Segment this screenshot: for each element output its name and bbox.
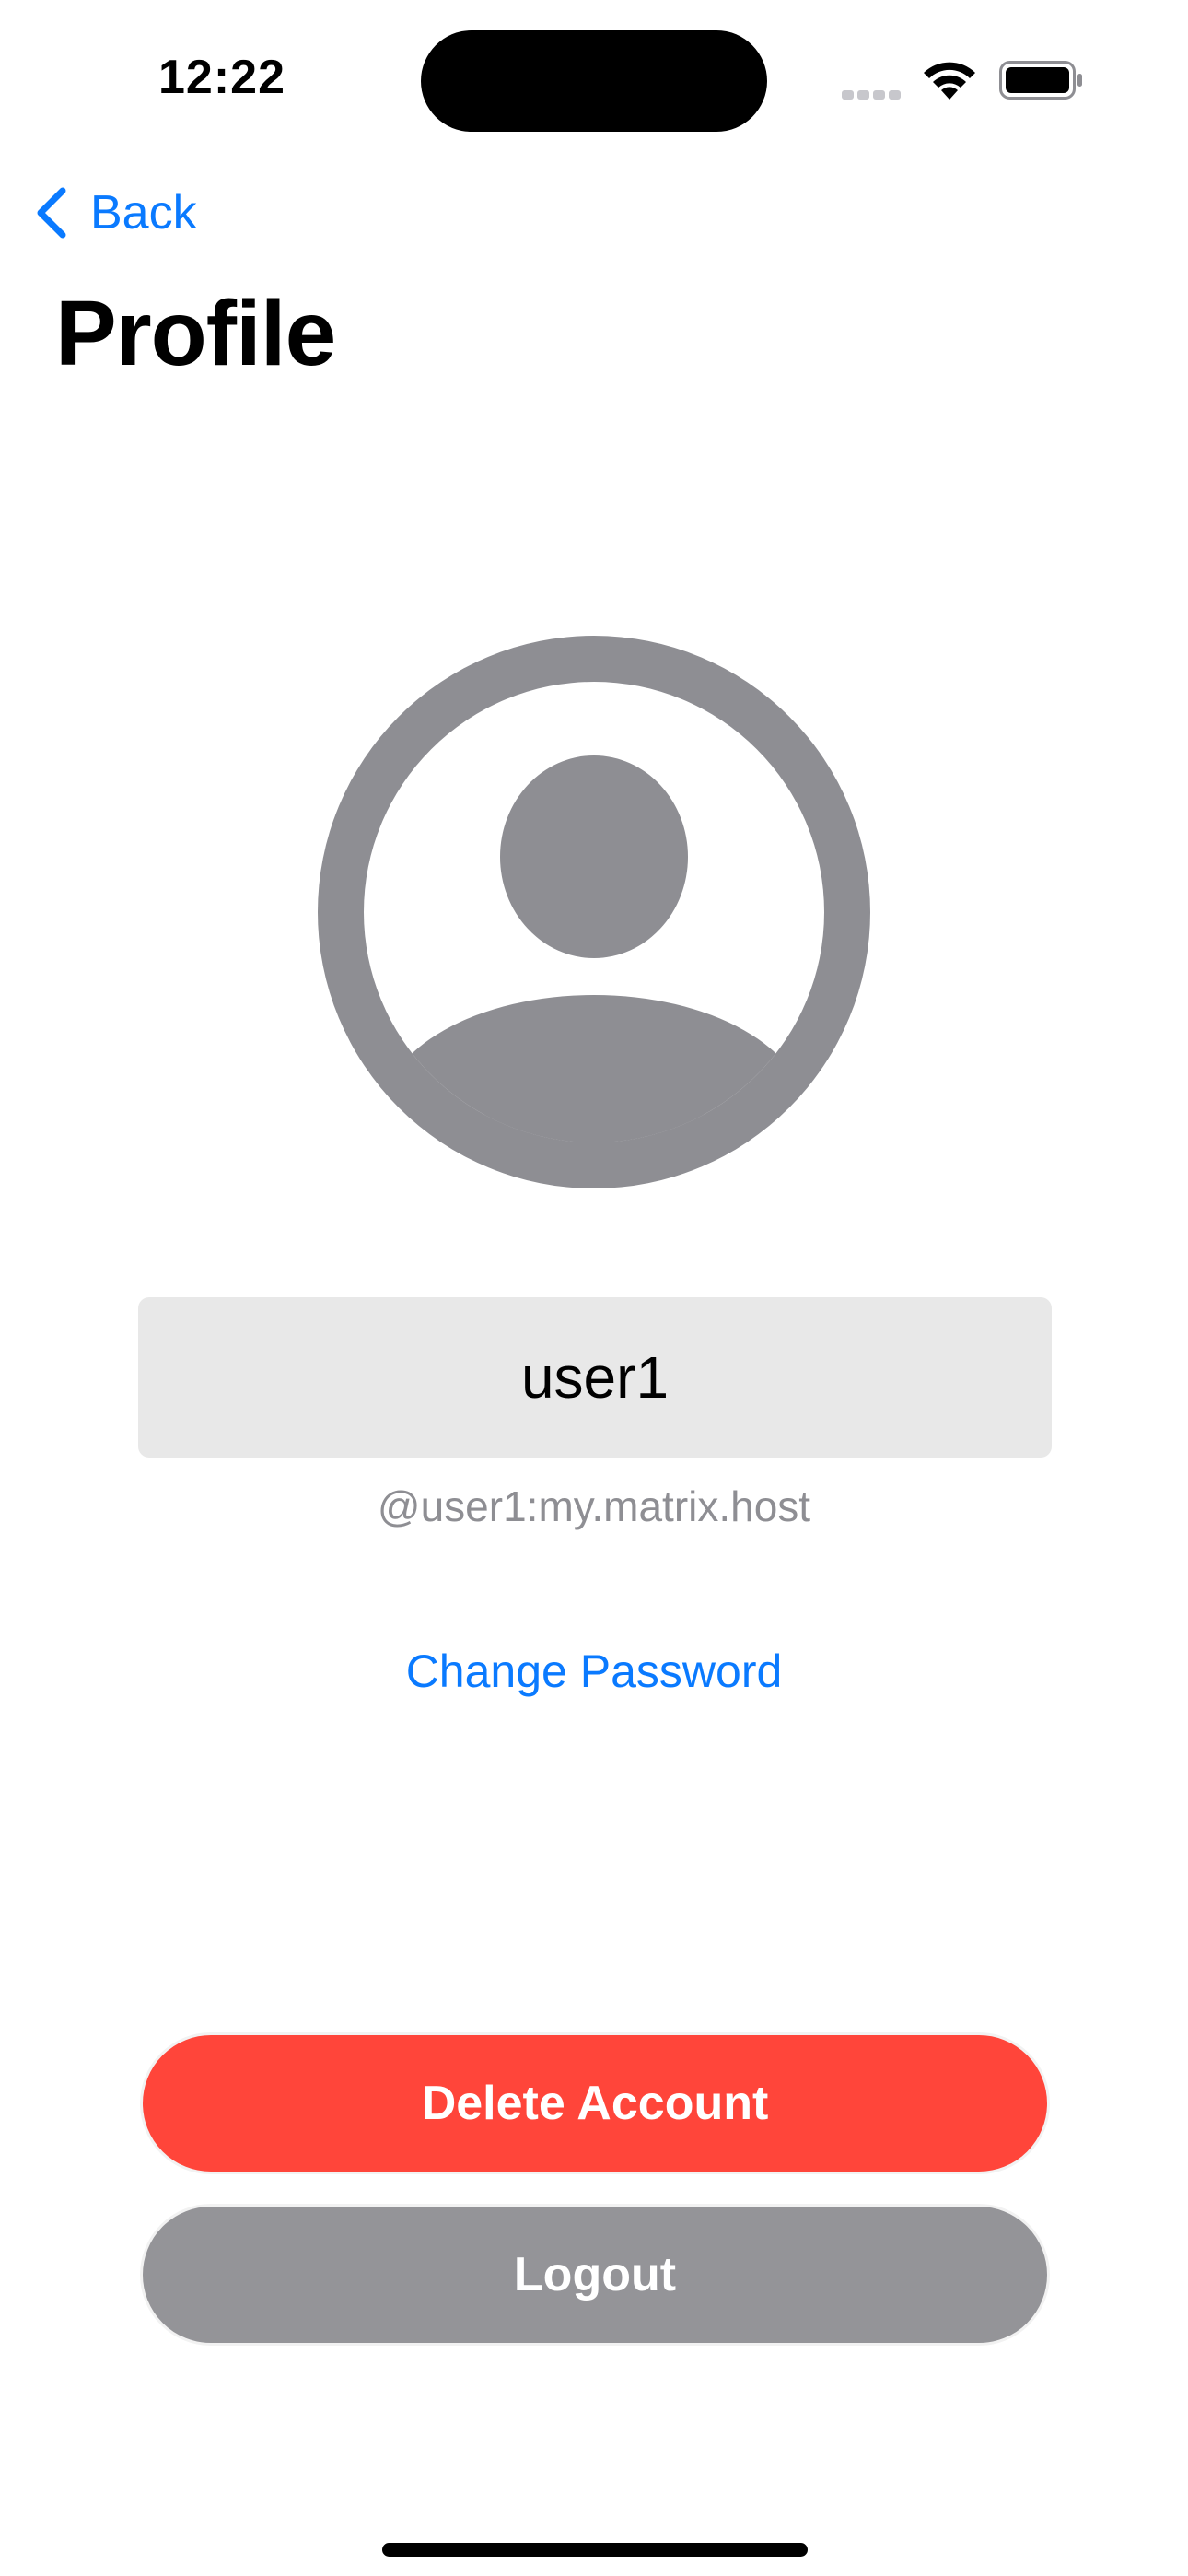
back-button[interactable]: Back [33,181,197,245]
status-bar: 12:22 [0,0,1188,157]
logout-button[interactable]: Logout [140,2204,1050,2346]
page-title: Profile [55,282,336,385]
wifi-icon [924,62,975,100]
battery-icon [999,61,1082,100]
home-indicator[interactable] [382,2543,808,2557]
dynamic-island [421,30,767,132]
status-time: 12:22 [158,51,285,104]
chevron-left-icon [37,187,66,239]
change-password-link[interactable]: Change Password [0,1645,1188,1698]
display-name-field[interactable] [138,1297,1052,1458]
delete-account-button[interactable]: Delete Account [140,2032,1050,2174]
delete-account-label: Delete Account [421,2077,769,2130]
cellular-signal-icon [842,88,906,100]
user-id-label: @user1:my.matrix.host [377,1482,811,1530]
logout-label: Logout [513,2248,677,2301]
back-label: Back [90,186,197,240]
person-circle-icon[interactable] [318,636,870,1188]
